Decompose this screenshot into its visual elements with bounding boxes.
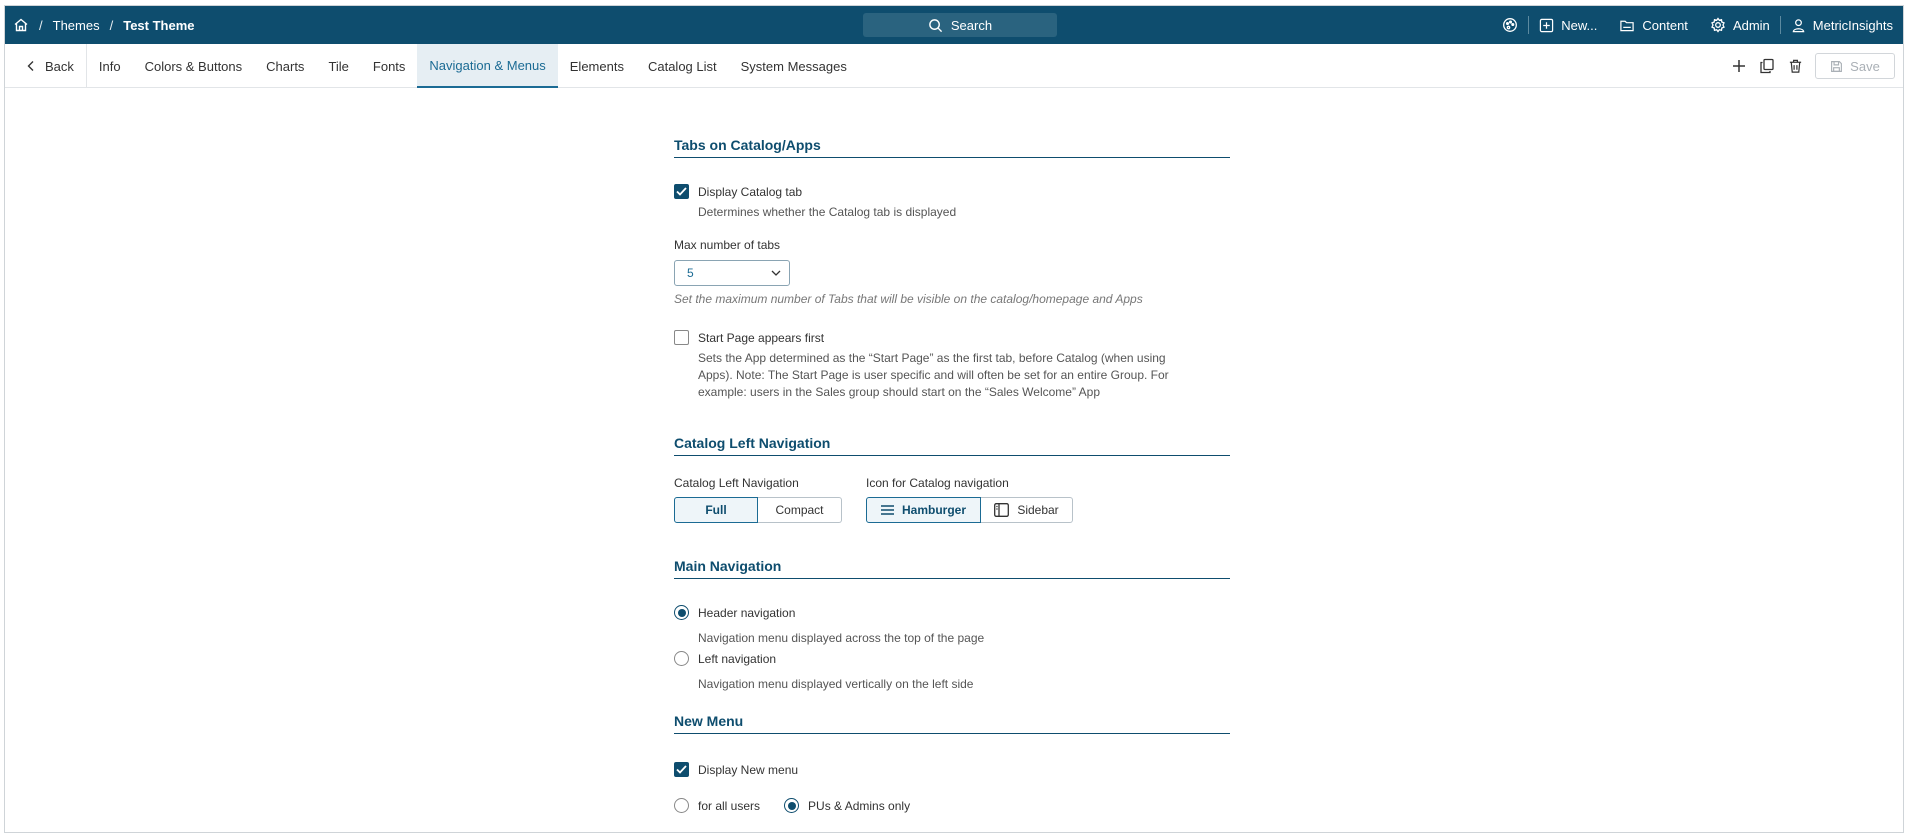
palette-icon[interactable]: [1502, 17, 1518, 33]
tab-colors-buttons[interactable]: Colors & Buttons: [133, 44, 255, 88]
tab-list: Back Info Colors & Buttons Charts Tile F…: [21, 44, 859, 88]
desc-line: Apps). Note: The Start Page is user spec…: [698, 368, 1169, 382]
gear-icon: [1710, 17, 1726, 33]
left-navigation-row: Left navigation: [674, 651, 776, 666]
catalog-left-nav-label: Catalog Left Navigation: [674, 476, 799, 490]
nav-full-button[interactable]: Full: [674, 497, 758, 523]
display-catalog-tab-desc: Determines whether the Catalog tab is di…: [698, 205, 957, 219]
breadcrumb-current: Test Theme: [123, 17, 195, 33]
home-icon[interactable]: [13, 17, 29, 33]
admin-menu-button[interactable]: Admin: [1710, 17, 1770, 33]
header-navigation-row: Header navigation: [674, 605, 795, 620]
back-button[interactable]: Back: [21, 44, 87, 88]
user-icon: [1791, 18, 1806, 33]
breadcrumb: / Themes / Test Theme: [13, 6, 195, 44]
icon-hamburger-button[interactable]: Hamburger: [866, 497, 981, 523]
left-navigation-label: Left navigation: [698, 651, 777, 666]
tab-navigation-menus[interactable]: Navigation & Menus: [417, 44, 558, 88]
sidebar-icon: [994, 503, 1010, 517]
user-menu-button[interactable]: MetricInsights: [1791, 18, 1893, 33]
add-icon[interactable]: [1731, 58, 1747, 74]
content-menu-label: Content: [1642, 17, 1688, 33]
display-new-menu-label: Display New menu: [698, 762, 799, 777]
header-divider: [1528, 16, 1530, 34]
left-navigation-desc: Navigation menu displayed vertically on …: [698, 677, 974, 691]
user-menu-label: MetricInsights: [1812, 17, 1893, 33]
desc-line: Sets the App determined as the “Start Pa…: [698, 351, 1166, 365]
search-button[interactable]: Search: [863, 13, 1057, 37]
breadcrumb-separator: /: [39, 17, 43, 33]
catalog-left-nav-toggle: Full Compact: [674, 497, 842, 523]
display-catalog-tab-row: Display Catalog tab: [674, 184, 802, 199]
left-navigation-radio[interactable]: [674, 651, 689, 666]
save-label: Save: [1850, 58, 1880, 74]
back-label: Back: [45, 58, 74, 74]
start-page-first-row: Start Page appears first: [674, 330, 824, 345]
breadcrumb-themes[interactable]: Themes: [53, 18, 100, 33]
start-page-first-desc: Sets the App determined as the “Start Pa…: [698, 350, 1218, 401]
max-tabs-help: Set the maximum number of Tabs that will…: [674, 292, 1143, 306]
section-title-new-menu: New Menu: [674, 713, 1230, 734]
max-tabs-select[interactable]: 5: [674, 260, 790, 286]
tab-actions: Save: [1731, 53, 1895, 79]
section-title-tabs-catalog: Tabs on Catalog/Apps: [674, 137, 1230, 158]
tab-tile[interactable]: Tile: [316, 44, 360, 88]
all-users-radio[interactable]: [674, 798, 689, 813]
search-label: Search: [950, 17, 993, 33]
content-menu-button[interactable]: Content: [1619, 18, 1688, 33]
pus-admins-radio[interactable]: [784, 798, 800, 813]
header-navigation-label: Header navigation: [698, 605, 796, 620]
display-catalog-tab-checkbox[interactable]: [674, 184, 689, 199]
editor-tab-bar: Back Info Colors & Buttons Charts Tile F…: [5, 44, 1903, 88]
app-window: / Themes / Test Theme Search New... Cont…: [4, 5, 1904, 833]
tab-charts[interactable]: Charts: [254, 44, 316, 88]
header-actions: New... Content Admin MetricInsights: [1502, 6, 1893, 44]
display-new-menu-checkbox[interactable]: [674, 762, 689, 777]
header-navigation-desc: Navigation menu displayed across the top…: [698, 631, 985, 645]
admin-menu-label: Admin: [1732, 17, 1770, 33]
icon-sidebar-label: Sidebar: [1017, 503, 1059, 517]
tab-info[interactable]: Info: [87, 44, 133, 88]
save-icon: [1830, 60, 1843, 73]
hamburger-icon: [880, 505, 894, 515]
display-new-menu-row: Display New menu: [674, 762, 798, 777]
max-tabs-value: 5: [687, 266, 694, 280]
catalog-nav-icon-label: Icon for Catalog navigation: [866, 476, 1009, 490]
icon-hamburger-label: Hamburger: [901, 503, 966, 517]
nav-compact-button[interactable]: Compact: [758, 497, 842, 523]
tab-fonts[interactable]: Fonts: [361, 44, 418, 88]
trash-icon[interactable]: [1787, 58, 1803, 74]
chevron-left-icon: [27, 60, 35, 72]
icon-sidebar-button[interactable]: Sidebar: [981, 497, 1073, 523]
chevron-down-icon: [771, 270, 781, 276]
new-menu-audience-row: for all users PUs & Admins only: [674, 798, 910, 813]
start-page-first-label: Start Page appears first: [698, 330, 825, 345]
start-page-first-checkbox[interactable]: [674, 330, 689, 345]
save-button[interactable]: Save: [1815, 53, 1895, 79]
desc-line: example: users in the Sales group should…: [698, 385, 1100, 399]
catalog-nav-icon-toggle: Hamburger Sidebar: [866, 497, 1073, 523]
tab-system-messages[interactable]: System Messages: [729, 44, 859, 88]
pus-admins-label: PUs & Admins only: [808, 798, 911, 813]
new-menu-label: New...: [1561, 17, 1598, 33]
header-navigation-radio[interactable]: [674, 605, 689, 620]
section-title-main-nav: Main Navigation: [674, 558, 1230, 579]
top-header: / Themes / Test Theme Search New... Cont…: [5, 6, 1903, 44]
breadcrumb-separator: /: [109, 17, 114, 33]
all-users-label: for all users: [698, 798, 761, 813]
copy-icon[interactable]: [1759, 58, 1775, 74]
max-tabs-label: Max number of tabs: [674, 238, 781, 252]
folder-icon: [1619, 18, 1635, 33]
new-menu-button[interactable]: New...: [1539, 18, 1597, 33]
tab-catalog-list[interactable]: Catalog List: [636, 44, 729, 88]
display-catalog-tab-label: Display Catalog tab: [698, 184, 803, 199]
tab-elements[interactable]: Elements: [558, 44, 636, 88]
header-divider: [1779, 16, 1781, 34]
search-icon: [928, 18, 943, 33]
section-title-catalog-left-nav: Catalog Left Navigation: [674, 435, 1230, 456]
plus-square-icon: [1539, 18, 1554, 33]
